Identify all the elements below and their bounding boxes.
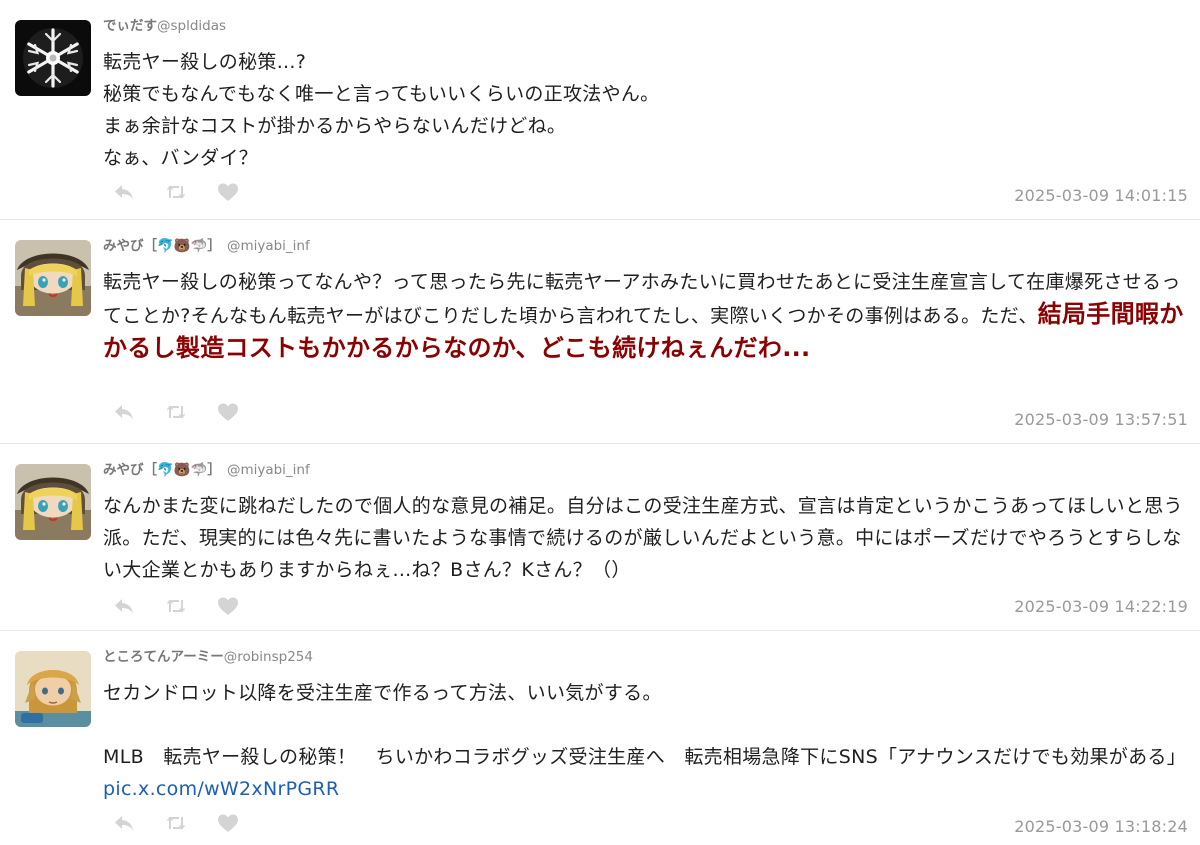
- tweet-quote: MLB 転売ヤー殺しの秘策！ ちいかわコラボグッズ受注生産へ 転売相場急降下にS…: [103, 741, 1186, 805]
- tweet-text-line: なぁ、バンダイ？: [103, 147, 258, 169]
- avatar[interactable]: [15, 651, 91, 727]
- tweet-actions: [113, 811, 269, 835]
- tweet-header: みやび［🐬🐻🦈］ @miyabi_inf: [103, 460, 1186, 480]
- tweet-text: セカンドロット以降を受注生産で作るって方法、いい気がする。 MLB 転売ヤー殺し…: [103, 677, 1186, 805]
- retweet-icon[interactable]: [165, 812, 187, 834]
- avatar[interactable]: [15, 20, 91, 96]
- user-handle[interactable]: @spldidas: [157, 18, 226, 34]
- like-icon[interactable]: [217, 401, 239, 423]
- tweet-text: 転売ヤー殺しの秘策...? 秘策でもなんでもなく唯一と言ってもいいくらいの正攻法…: [103, 46, 1186, 174]
- user-emoji-badges: ［🐬🐻🦈］: [143, 462, 221, 478]
- tweet: みやび［🐬🐻🦈］ @miyabi_inf なんかまた変に跳ねだしたので個人的な意見…: [0, 444, 1200, 631]
- tweet-header: でぃだす@spldidas: [103, 16, 1186, 36]
- timestamp[interactable]: 2025-03-09 14:22:19: [1014, 597, 1188, 616]
- tweet-actions: [113, 594, 269, 618]
- tweet-text: なんかまた変に跳ねだしたので個人的な意見の補足。自分はこの受注生産方式、宣言は肯…: [103, 495, 1183, 581]
- tweet-actions: [113, 180, 269, 204]
- quote-text: MLB 転売ヤー殺しの秘策！ ちいかわコラボグッズ受注生産へ 転売相場急降下にS…: [103, 746, 1186, 768]
- anime-character-avatar-icon: [15, 240, 91, 316]
- like-icon[interactable]: [217, 812, 239, 834]
- retweet-icon[interactable]: [165, 401, 187, 423]
- user-name[interactable]: みやび: [103, 462, 144, 478]
- reply-icon[interactable]: [113, 595, 135, 617]
- avatar[interactable]: [15, 240, 91, 316]
- tweet-text-line: 転売ヤー殺しの秘策...?: [103, 51, 307, 73]
- timestamp[interactable]: 2025-03-09 13:18:24: [1014, 817, 1188, 836]
- tweet-actions: [113, 400, 269, 424]
- user-name[interactable]: ところてんアーミー: [103, 649, 224, 665]
- reply-icon[interactable]: [113, 181, 135, 203]
- reply-icon[interactable]: [113, 401, 135, 423]
- timestamp[interactable]: 2025-03-09 14:01:15: [1014, 186, 1188, 205]
- anime-character-avatar-icon: [15, 464, 91, 540]
- user-name[interactable]: でぃだす: [103, 18, 157, 34]
- tweet-header: みやび［🐬🐻🦈］ @miyabi_inf: [103, 236, 1186, 256]
- snowflake-avatar-icon: [15, 20, 91, 96]
- user-name[interactable]: みやび: [103, 238, 144, 254]
- tweet-text-plain: 転売ヤー殺しの秘策ってなんや？って思ったら先に転売ヤーアホみたいに買わせたあとに…: [103, 271, 1181, 327]
- user-emoji-badges: ［🐬🐻🦈］: [143, 238, 221, 254]
- user-handle[interactable]: @miyabi_inf: [227, 462, 310, 478]
- tweet-feed: でぃだす@spldidas 転売ヤー殺しの秘策...? 秘策でもなんでもなく唯一…: [0, 0, 1200, 845]
- reply-icon[interactable]: [113, 812, 135, 834]
- timestamp[interactable]: 2025-03-09 13:57:51: [1014, 410, 1188, 429]
- avatar[interactable]: [15, 464, 91, 540]
- tweet-content: でぃだす@spldidas 転売ヤー殺しの秘策...? 秘策でもなんでもなく唯一…: [103, 16, 1186, 174]
- tweet-text: 転売ヤー殺しの秘策ってなんや？って思ったら先に転売ヤーアホみたいに買わせたあとに…: [103, 266, 1186, 366]
- retweet-icon[interactable]: [165, 181, 187, 203]
- media-link[interactable]: pic.x.com/wW2xNrPGRR: [103, 778, 339, 800]
- tweet-text-line: 秘策でもなんでもなく唯一と言ってもいいくらいの正攻法やん。: [103, 83, 660, 105]
- retweet-icon[interactable]: [165, 595, 187, 617]
- tweet-content: みやび［🐬🐻🦈］ @miyabi_inf 転売ヤー殺しの秘策ってなんや？って思った…: [103, 236, 1186, 366]
- user-handle[interactable]: @miyabi_inf: [227, 238, 310, 254]
- like-icon[interactable]: [217, 595, 239, 617]
- tweet: ところてんアーミー@robinsp254 セカンドロット以降を受注生産で作るって…: [0, 631, 1200, 845]
- game-character-avatar-icon: [15, 651, 91, 727]
- tweet: みやび［🐬🐻🦈］ @miyabi_inf 転売ヤー殺しの秘策ってなんや？って思った…: [0, 220, 1200, 444]
- tweet-header: ところてんアーミー@robinsp254: [103, 647, 1186, 667]
- tweet-content: みやび［🐬🐻🦈］ @miyabi_inf なんかまた変に跳ねだしたので個人的な意見…: [103, 460, 1186, 586]
- like-icon[interactable]: [217, 181, 239, 203]
- tweet-text-line: まぁ余計なコストが掛かるからやらないんだけどね。: [103, 115, 567, 137]
- tweet-text-line: セカンドロット以降を受注生産で作るって方法、いい気がする。: [103, 682, 662, 704]
- tweet-content: ところてんアーミー@robinsp254 セカンドロット以降を受注生産で作るって…: [103, 647, 1186, 805]
- tweet: でぃだす@spldidas 転売ヤー殺しの秘策...? 秘策でもなんでもなく唯一…: [0, 0, 1200, 220]
- user-handle[interactable]: @robinsp254: [224, 649, 313, 665]
